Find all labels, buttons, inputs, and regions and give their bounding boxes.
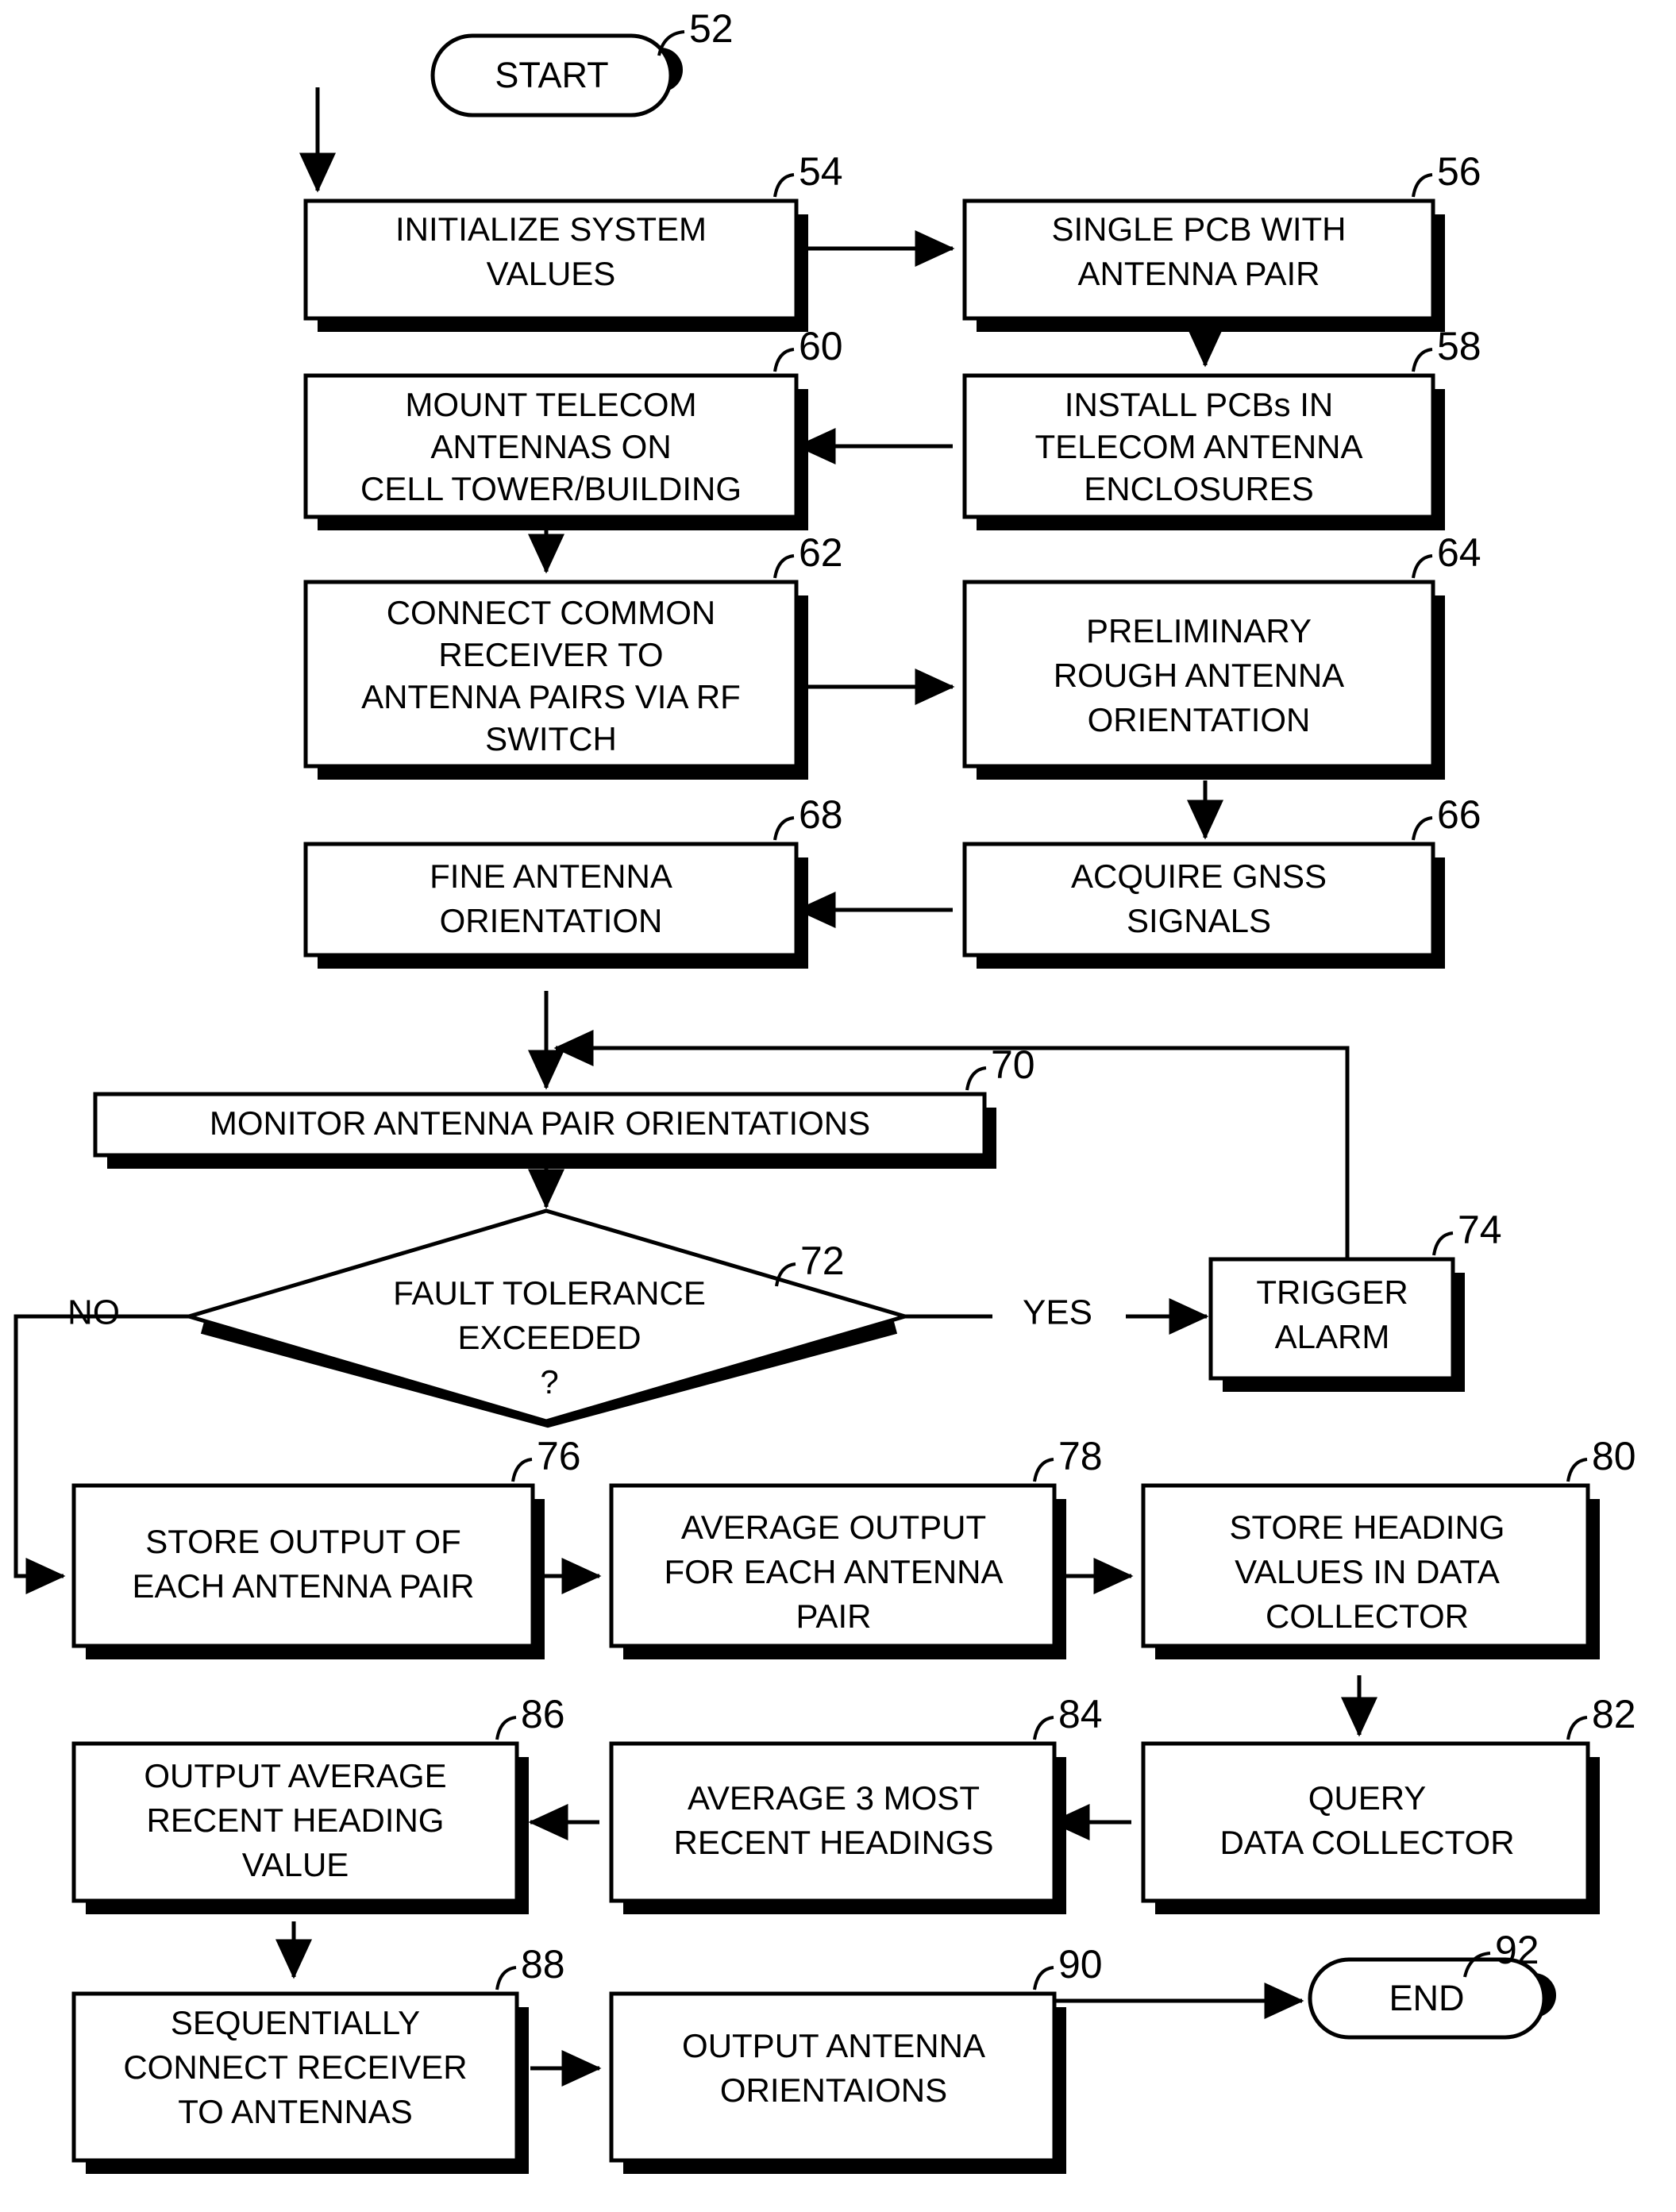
node-76-shape [71, 1483, 535, 1648]
ref-number-84: 84 [1058, 1692, 1103, 1736]
node-54[interactable]: INITIALIZE SYSTEM VALUES [303, 198, 808, 332]
ref-number-76: 76 [537, 1434, 581, 1478]
ref-number-58: 58 [1437, 324, 1481, 368]
node-76-line-1: EACH ANTENNA PAIR [133, 1567, 475, 1605]
node-82[interactable]: QUERY DATA COLLECTOR [1141, 1741, 1600, 1914]
ref-number-74: 74 [1458, 1208, 1502, 1252]
node-54-line-0: INITIALIZE SYSTEM [395, 210, 707, 248]
node-64-line-1: ROUGH ANTENNA [1054, 657, 1344, 694]
node-82-line-0: QUERY [1308, 1779, 1427, 1817]
node-60-line-0: MOUNT TELECOM [405, 386, 696, 423]
node-88[interactable]: SEQUENTIALLY CONNECT RECEIVER TO ANTENNA… [71, 1991, 529, 2174]
node-68-line-1: ORIENTATION [440, 902, 663, 939]
node-66-line-1: SIGNALS [1127, 902, 1271, 939]
start-label: START [495, 55, 608, 95]
node-76-line-0: STORE OUTPUT OF [145, 1523, 460, 1560]
node-82-line-1: DATA COLLECTOR [1219, 1824, 1514, 1861]
node-76[interactable]: STORE OUTPUT OF EACH ANTENNA PAIR [71, 1483, 545, 1659]
node-86-line-0: OUTPUT AVERAGE [144, 1757, 446, 1794]
node-78-line-2: PAIR [796, 1597, 872, 1635]
ref-number-52: 52 [689, 6, 734, 51]
node-72-line-2: ? [540, 1363, 558, 1401]
ref-number-88: 88 [521, 1942, 565, 1987]
node-78-line-1: FOR EACH ANTENNA [664, 1553, 1003, 1590]
node-78-line-0: AVERAGE OUTPUT [681, 1509, 986, 1546]
ref-number-82: 82 [1592, 1692, 1636, 1736]
node-start[interactable]: START [430, 33, 683, 118]
ref-number-90: 90 [1058, 1942, 1103, 1987]
node-74[interactable]: TRIGGER ALARM [1208, 1257, 1465, 1392]
edge-label-yes: YES [1023, 1293, 1092, 1332]
node-84-shape [609, 1741, 1057, 1903]
node-68-line-0: FINE ANTENNA [430, 857, 672, 895]
ref-number-92: 92 [1495, 1928, 1539, 1972]
node-62-line-1: RECEIVER TO [438, 636, 663, 673]
node-86[interactable]: OUTPUT AVERAGE RECENT HEADING VALUE [71, 1741, 529, 1914]
node-60[interactable]: MOUNT TELECOM ANTENNAS ON CELL TOWER/BUI… [303, 373, 808, 530]
node-64-line-0: PRELIMINARY [1086, 612, 1312, 649]
node-56[interactable]: SINGLE PCB WITH ANTENNA PAIR [962, 198, 1445, 332]
node-58-line-2: ENCLOSURES [1084, 470, 1313, 507]
edge-label-no: NO [67, 1293, 120, 1332]
node-72-line-1: EXCEEDED [457, 1319, 641, 1356]
ref-number-86: 86 [521, 1692, 565, 1736]
node-60-line-2: CELL TOWER/BUILDING [360, 470, 742, 507]
node-60-line-1: ANTENNAS ON [430, 428, 671, 465]
node-62[interactable]: CONNECT COMMON RECEIVER TO ANTENNA PAIRS… [303, 580, 808, 780]
ref-number-78: 78 [1058, 1434, 1103, 1478]
node-58-line-1: TELECOM ANTENNA [1034, 428, 1362, 465]
node-88-line-1: CONNECT RECEIVER [123, 2048, 467, 2086]
node-82-shape [1141, 1741, 1590, 1903]
node-74-line-0: TRIGGER [1256, 1274, 1408, 1311]
node-80-line-1: VALUES IN DATA [1235, 1553, 1500, 1590]
node-90-line-1: ORIENTAIONS [720, 2071, 947, 2109]
node-62-line-3: SWITCH [485, 720, 617, 757]
end-label: END [1389, 1978, 1464, 2018]
node-58[interactable]: INSTALL PCBs IN TELECOM ANTENNA ENCLOSUR… [962, 373, 1445, 530]
node-86-line-2: VALUE [242, 1846, 349, 1883]
node-88-line-2: TO ANTENNAS [178, 2093, 413, 2130]
node-74-line-1: ALARM [1275, 1318, 1390, 1355]
node-90-line-0: OUTPUT ANTENNA [682, 2027, 985, 2064]
node-84[interactable]: AVERAGE 3 MOST RECENT HEADINGS [609, 1741, 1066, 1914]
node-62-line-2: ANTENNA PAIRS VIA RF [361, 678, 741, 715]
flowchart-canvas: START 52 INITIALIZE SYSTEM VALUES 54 SIN… [0, 0, 1676, 2212]
node-80-line-0: STORE HEADING [1230, 1509, 1505, 1546]
node-84-line-1: RECENT HEADINGS [674, 1824, 994, 1861]
node-56-line-1: ANTENNA PAIR [1078, 255, 1320, 292]
node-80[interactable]: STORE HEADING VALUES IN DATA COLLECTOR [1141, 1483, 1600, 1659]
ref-number-68: 68 [799, 792, 843, 837]
node-66[interactable]: ACQUIRE GNSS SIGNALS [962, 842, 1445, 969]
node-64[interactable]: PRELIMINARY ROUGH ANTENNA ORIENTATION [962, 580, 1445, 780]
node-72-line-0: FAULT TOLERANCE [393, 1274, 706, 1312]
ref-number-54: 54 [799, 149, 843, 194]
node-62-line-0: CONNECT COMMON [387, 594, 716, 631]
node-58-line-0: INSTALL PCBs IN [1065, 386, 1333, 423]
ref-number-70: 70 [991, 1042, 1035, 1087]
node-70-line-0: MONITOR ANTENNA PAIR ORIENTATIONS [210, 1104, 870, 1142]
node-54-line-1: VALUES [487, 255, 616, 292]
node-84-line-0: AVERAGE 3 MOST [688, 1779, 980, 1817]
node-70[interactable]: MONITOR ANTENNA PAIR ORIENTATIONS [93, 1092, 996, 1169]
ref-number-62: 62 [799, 530, 843, 575]
ref-number-66: 66 [1437, 792, 1481, 837]
ref-number-60: 60 [799, 324, 843, 368]
flowchart-svg: START 52 INITIALIZE SYSTEM VALUES 54 SIN… [0, 0, 1676, 2212]
ref-number-56: 56 [1437, 149, 1481, 194]
node-66-line-0: ACQUIRE GNSS [1071, 857, 1327, 895]
node-78[interactable]: AVERAGE OUTPUT FOR EACH ANTENNA PAIR [609, 1483, 1066, 1659]
node-64-line-2: ORIENTATION [1088, 701, 1311, 738]
node-90[interactable]: OUTPUT ANTENNA ORIENTAIONS [609, 1991, 1066, 2174]
node-56-line-0: SINGLE PCB WITH [1051, 210, 1346, 248]
ref-number-64: 64 [1437, 530, 1481, 575]
node-88-line-0: SEQUENTIALLY [171, 2004, 420, 2041]
node-86-line-1: RECENT HEADING [147, 1802, 445, 1839]
node-80-line-2: COLLECTOR [1266, 1597, 1469, 1635]
ref-number-72: 72 [800, 1239, 845, 1283]
node-68[interactable]: FINE ANTENNA ORIENTATION [303, 842, 808, 969]
ref-number-80: 80 [1592, 1434, 1636, 1478]
